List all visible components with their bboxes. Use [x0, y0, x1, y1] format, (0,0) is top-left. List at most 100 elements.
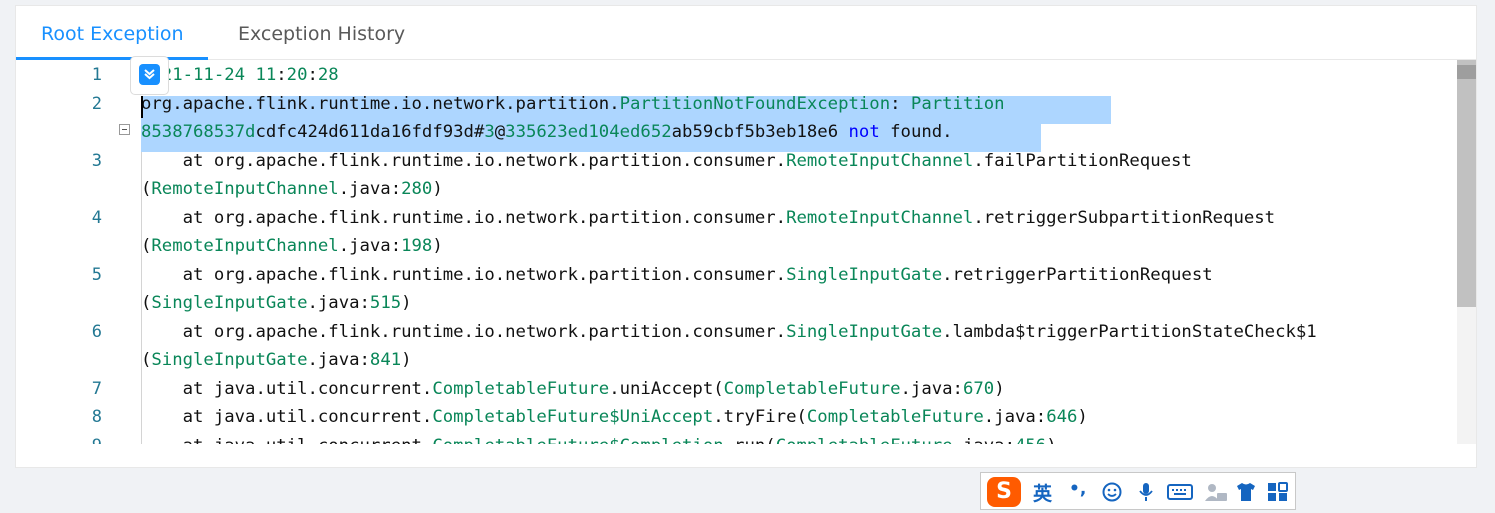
- code-token: CompletableFuture: [776, 436, 953, 445]
- code-line: 8538768537dcdfc424d611da16fdf93d#3@33562…: [141, 122, 953, 142]
- code-line: at java.util.concurrent.CompletableFutur…: [141, 379, 1005, 399]
- code-token: SingleInputGate: [151, 293, 308, 313]
- code-token: CompletableFuture: [806, 407, 984, 427]
- code-token: :: [276, 65, 287, 85]
- code-token: .java:: [307, 293, 370, 313]
- code-token: 515: [369, 293, 402, 313]
- code-line: (SingleInputGate.java:515): [141, 293, 412, 313]
- code-line: at java.util.concurrent.CompletableFutur…: [141, 436, 1057, 445]
- code-token: 335623ed104ed652: [505, 122, 672, 142]
- code-token: CompletableFuture: [723, 378, 901, 399]
- scrollbar-cursor-marker: [1457, 65, 1476, 79]
- code-token: .run(: [724, 436, 776, 445]
- code-token: found.: [879, 122, 953, 142]
- code-token: at org.apache.flink.runtime.io.network.p…: [141, 321, 787, 342]
- code-token: RemoteInputChannel: [151, 236, 339, 256]
- code-token: SingleInputGate: [786, 264, 943, 285]
- code-line: 2021-11-24 11:20:28: [141, 65, 339, 85]
- code-token: at org.apache.flink.runtime.io.network.p…: [141, 207, 787, 228]
- code-token: .uniAccept(: [609, 378, 724, 399]
- keyboard-icon[interactable]: [1167, 482, 1193, 502]
- code-token: 280: [401, 179, 433, 199]
- code-token: not: [848, 122, 880, 142]
- code-token: 456: [1015, 436, 1046, 445]
- language-toggle[interactable]: 英: [1033, 479, 1052, 506]
- code-token: SingleInputGate: [151, 350, 308, 370]
- code-token: .java:: [983, 407, 1047, 427]
- code-token: at org.apache.flink.runtime.io.network.p…: [141, 264, 787, 285]
- code-token: RemoteInputChannel: [786, 150, 974, 171]
- scrollbar-thumb[interactable]: [1457, 60, 1476, 307]
- fold-collapse-icon[interactable]: [119, 124, 130, 135]
- code-line: at org.apache.flink.runtime.io.network.p…: [141, 265, 1213, 285]
- code-token: RemoteInputChannel: [151, 179, 339, 199]
- user-card-icon[interactable]: [1203, 482, 1229, 502]
- grid-menu-icon[interactable]: [1267, 482, 1289, 502]
- code-token: .failPartitionRequest: [973, 150, 1192, 171]
- code-token: (: [141, 350, 152, 370]
- microphone-icon[interactable]: [1135, 482, 1157, 502]
- code-line: (RemoteInputChannel.java:198): [141, 236, 443, 256]
- code-token: ): [401, 350, 412, 370]
- line-number: 4: [91, 207, 102, 228]
- ime-logo-icon[interactable]: S: [987, 477, 1021, 507]
- code-token: 8538768537d: [141, 122, 256, 142]
- vertical-scrollbar[interactable]: [1457, 60, 1476, 444]
- line-number: 9: [16, 436, 102, 445]
- line-number: 6: [91, 321, 102, 342]
- code-token: :: [307, 65, 318, 85]
- code-token: ): [1077, 407, 1088, 427]
- code-token: CompletableFuture$Completion: [432, 436, 723, 445]
- line-number: 5: [91, 264, 102, 285]
- line-number: 8: [91, 407, 102, 427]
- code-token: PartitionNotFoundException: [619, 93, 891, 114]
- exception-panel: Root Exception Exception History 1 2021-1…: [15, 5, 1477, 468]
- code-token: at java.util.concurrent.: [141, 407, 433, 427]
- code-token: .lambda$triggerPartitionStateCheck$1: [942, 321, 1317, 342]
- code-token: (: [141, 236, 152, 256]
- code-token: ): [432, 179, 443, 199]
- code-token: 198: [401, 236, 433, 256]
- code-line: at org.apache.flink.runtime.io.network.p…: [141, 322, 1317, 342]
- code-token: 646: [1046, 407, 1078, 427]
- code-token: CompletableFuture: [432, 378, 610, 399]
- code-token: 3: [484, 122, 495, 142]
- code-line: (SingleInputGate.java:841): [141, 350, 412, 370]
- code-line: at org.apache.flink.runtime.io.network.p…: [141, 208, 1275, 228]
- tab-exception-history[interactable]: Exception History: [238, 6, 405, 59]
- code-token: 11: [255, 65, 277, 85]
- code-token: ): [1046, 436, 1056, 445]
- code-token: cdfc424d611da16fdf93d#: [255, 122, 485, 142]
- code-line: (RemoteInputChannel.java:280): [141, 179, 443, 199]
- code-token: .java:: [338, 236, 402, 256]
- code-token: ): [432, 236, 443, 256]
- code-token: 670: [962, 378, 995, 399]
- code-line: org.apache.flink.runtime.io.network.part…: [141, 94, 1015, 114]
- emoji-icon[interactable]: [1101, 482, 1123, 502]
- code-token: :: [890, 93, 911, 114]
- floating-action-button[interactable]: [130, 56, 169, 95]
- code-token: ): [401, 293, 412, 313]
- code-token: Partition: [910, 93, 1015, 114]
- code-token: 20: [286, 65, 308, 85]
- code-token: .java:: [307, 350, 370, 370]
- code-token: 28: [317, 65, 339, 85]
- code-token: (: [141, 293, 152, 313]
- line-number: 2: [91, 93, 102, 114]
- skin-icon[interactable]: [1235, 482, 1257, 502]
- punctuation-toggle[interactable]: •,: [1069, 479, 1086, 499]
- code-token: at java.util.concurrent.: [141, 378, 433, 399]
- code-token: .tryFire(: [713, 407, 807, 427]
- code-token: ): [994, 378, 1005, 399]
- tab-root-exception[interactable]: Root Exception: [41, 6, 184, 59]
- line-number: 3: [91, 150, 102, 171]
- line-number: 7: [91, 378, 102, 399]
- code-token: org.apache.flink.runtime.io.network.part…: [141, 93, 620, 114]
- code-token: .retriggerPartitionRequest: [942, 264, 1213, 285]
- code-editor[interactable]: 1 2021-11-24 11:20:28 2 org.apache.flink.ru…: [16, 60, 1456, 444]
- code-token: ab59cbf5b3eb18e6: [671, 122, 849, 142]
- ime-toolbar: S 英 •,: [980, 472, 1296, 510]
- code-token: .java:: [900, 378, 963, 399]
- code-token: .retriggerSubpartitionRequest: [973, 207, 1276, 228]
- code-token: 841: [369, 350, 402, 370]
